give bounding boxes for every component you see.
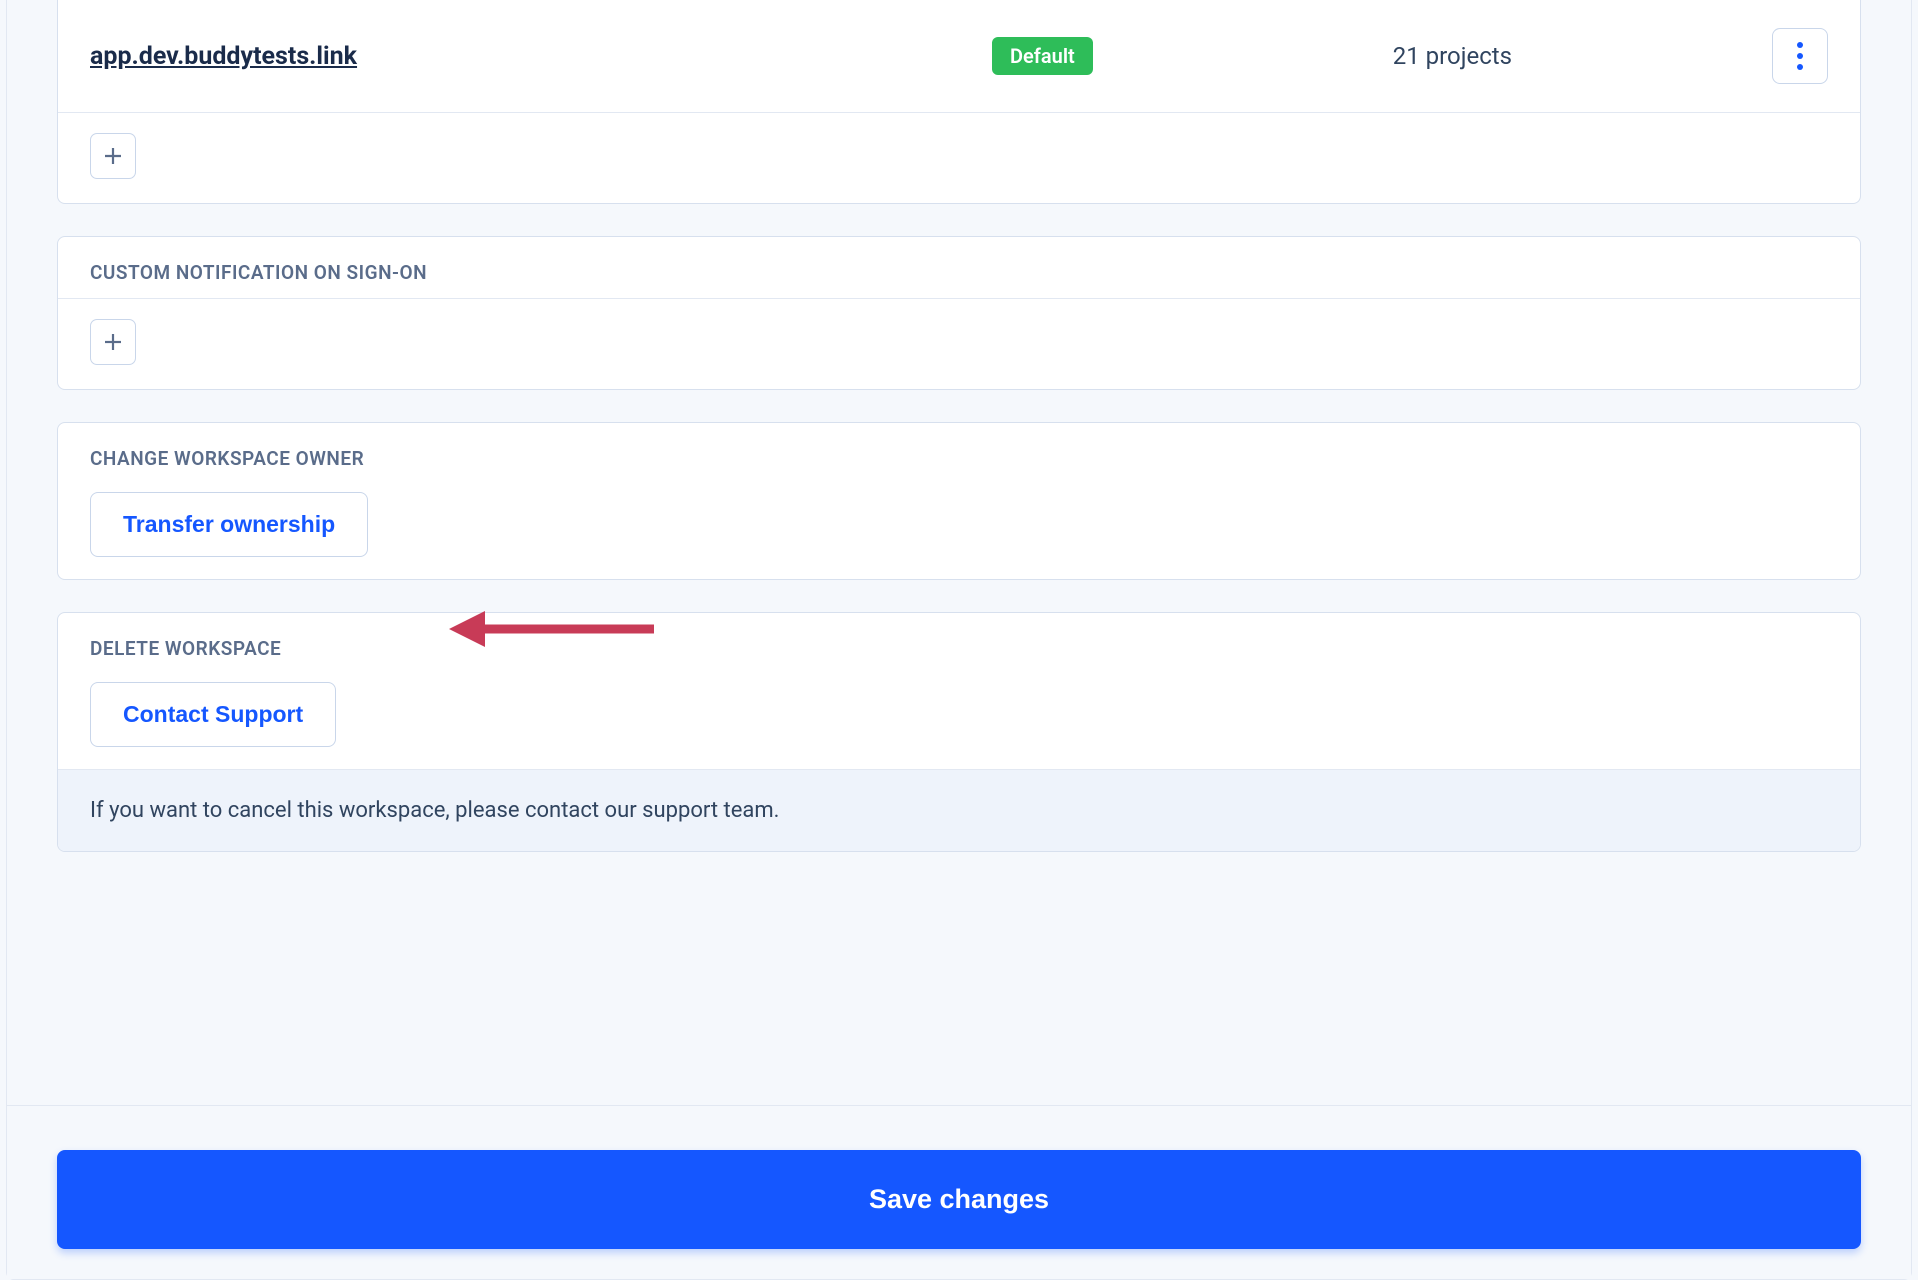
delete-workspace-card: DELETE WORKSPACE Contact Support If you … [57, 612, 1861, 852]
more-vertical-icon [1797, 42, 1803, 70]
save-changes-button[interactable]: Save changes [57, 1150, 1861, 1249]
add-domain-button[interactable] [90, 133, 136, 179]
contact-support-button[interactable]: Contact Support [90, 682, 336, 747]
change-owner-card: CHANGE WORKSPACE OWNER Transfer ownershi… [57, 422, 1861, 580]
transfer-ownership-button[interactable]: Transfer ownership [90, 492, 368, 557]
domain-link[interactable]: app.dev.buddytests.link [90, 42, 357, 71]
domain-actions-button[interactable] [1772, 28, 1828, 84]
plus-icon [103, 146, 123, 166]
custom-notification-card: CUSTOM NOTIFICATION ON SIGN-ON [57, 236, 1861, 390]
projects-count: 21 projects [1393, 42, 1512, 70]
custom-notification-title: CUSTOM NOTIFICATION ON SIGN-ON [58, 237, 1860, 299]
delete-workspace-info: If you want to cancel this workspace, pl… [58, 769, 1860, 851]
add-domain-row [58, 113, 1860, 203]
domain-row: app.dev.buddytests.link Default 21 proje… [58, 0, 1860, 113]
default-badge: Default [992, 37, 1093, 75]
add-notification-button[interactable] [90, 319, 136, 365]
change-owner-title: CHANGE WORKSPACE OWNER [58, 423, 1860, 488]
footer: Save changes [7, 1105, 1911, 1279]
add-notification-row [58, 299, 1860, 389]
domains-card: app.dev.buddytests.link Default 21 proje… [57, 0, 1861, 204]
delete-workspace-title: DELETE WORKSPACE [58, 613, 1860, 678]
plus-icon [103, 332, 123, 352]
